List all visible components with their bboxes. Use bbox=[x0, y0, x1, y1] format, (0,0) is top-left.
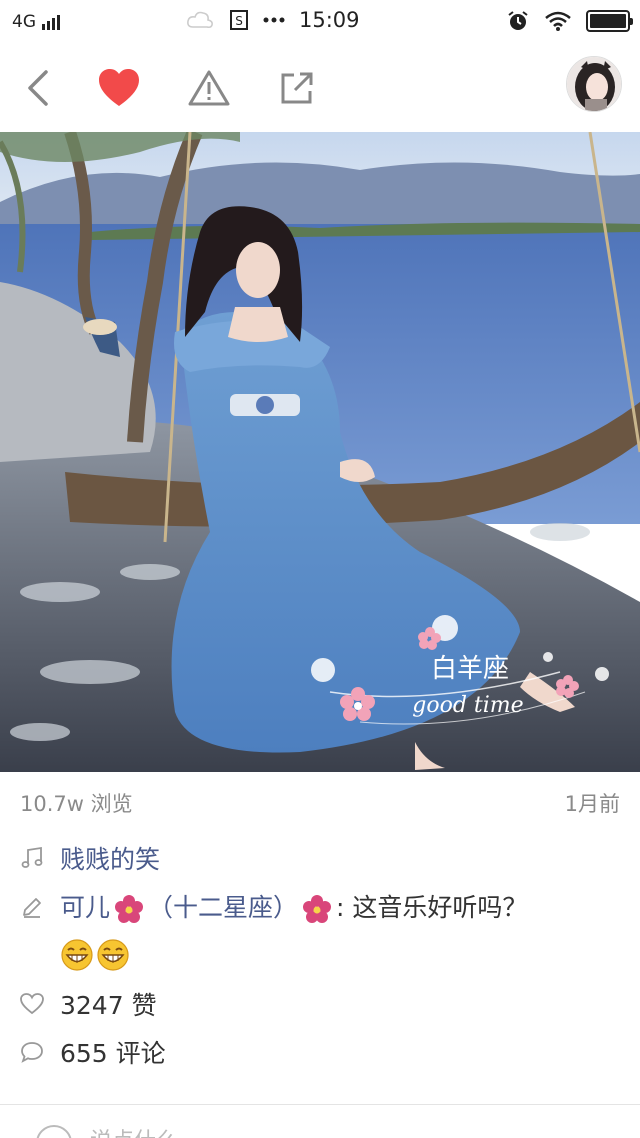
report-button[interactable] bbox=[186, 66, 232, 110]
network-type: 4G bbox=[12, 12, 36, 32]
sim-icon: S bbox=[230, 10, 248, 30]
post-meta: 10.7w 浏览 1月前 bbox=[0, 782, 640, 822]
avatar-image bbox=[567, 57, 621, 111]
status-right bbox=[506, 9, 633, 33]
likes-row[interactable]: 3247 赞 bbox=[18, 986, 157, 1022]
photo-overlay-subtitle: good time bbox=[412, 693, 523, 718]
grin-emoji-icon bbox=[97, 939, 129, 971]
music-note-icon bbox=[18, 844, 46, 872]
like-count: 3247 赞 bbox=[60, 991, 157, 1020]
post-photo[interactable]: 白羊座 good time bbox=[0, 132, 640, 772]
back-button[interactable] bbox=[14, 66, 60, 110]
toolbar bbox=[0, 44, 640, 132]
chevron-left-icon bbox=[28, 70, 48, 106]
battery-icon bbox=[586, 10, 633, 32]
status-bar: 4G S 15:09 bbox=[0, 0, 640, 44]
svg-text:S: S bbox=[235, 14, 243, 28]
signal-icon bbox=[42, 14, 60, 30]
grin-emoji-icon bbox=[61, 939, 93, 971]
comment-input-bar[interactable]: 说点什么... bbox=[0, 1105, 640, 1138]
caption-text: 可儿 （十二星座） : 这音乐好听吗？ bbox=[60, 885, 620, 977]
flower-emoji-icon bbox=[303, 895, 332, 923]
share-button[interactable] bbox=[274, 66, 320, 110]
author-avatar[interactable] bbox=[566, 56, 622, 112]
comment-input[interactable]: 说点什么... bbox=[90, 1123, 199, 1138]
heart-icon bbox=[99, 69, 139, 106]
caption-message: : 这音乐好听吗？ bbox=[336, 893, 528, 922]
alarm-icon bbox=[508, 11, 528, 30]
comment-bubble-icon bbox=[18, 1038, 46, 1066]
network-indicator: 4G bbox=[12, 12, 60, 32]
music-row[interactable]: 贱贱的笑 bbox=[18, 840, 160, 876]
battery-fill bbox=[590, 14, 626, 28]
wifi-icon bbox=[545, 11, 571, 31]
share-icon bbox=[281, 72, 313, 104]
caption-row: 可儿 （十二星座） : 这音乐好听吗？ bbox=[18, 885, 620, 977]
photo-overlay-title: 白羊座 bbox=[431, 654, 509, 684]
warning-icon bbox=[188, 70, 230, 106]
author-name[interactable]: 可儿 bbox=[60, 893, 110, 922]
author-tag[interactable]: （十二星座） bbox=[148, 893, 298, 922]
emoji-toggle-icon[interactable] bbox=[36, 1125, 72, 1138]
heart-outline-icon bbox=[18, 990, 46, 1018]
photo-illustration: 白羊座 good time bbox=[0, 132, 640, 772]
like-button[interactable] bbox=[96, 66, 142, 110]
post-time: 1月前 bbox=[564, 792, 620, 816]
comment-count: 655 评论 bbox=[60, 1039, 166, 1068]
status-center: S 15:09 bbox=[185, 8, 360, 32]
flower-emoji-icon bbox=[115, 895, 144, 923]
comments-row[interactable]: 655 评论 bbox=[18, 1034, 166, 1070]
cloud-icon bbox=[187, 11, 213, 29]
music-title[interactable]: 贱贱的笑 bbox=[60, 840, 160, 876]
pencil-icon bbox=[18, 893, 46, 921]
clock: 15:09 bbox=[299, 8, 360, 32]
more-dots-icon bbox=[263, 17, 285, 23]
view-count: 10.7w 浏览 bbox=[20, 792, 133, 816]
